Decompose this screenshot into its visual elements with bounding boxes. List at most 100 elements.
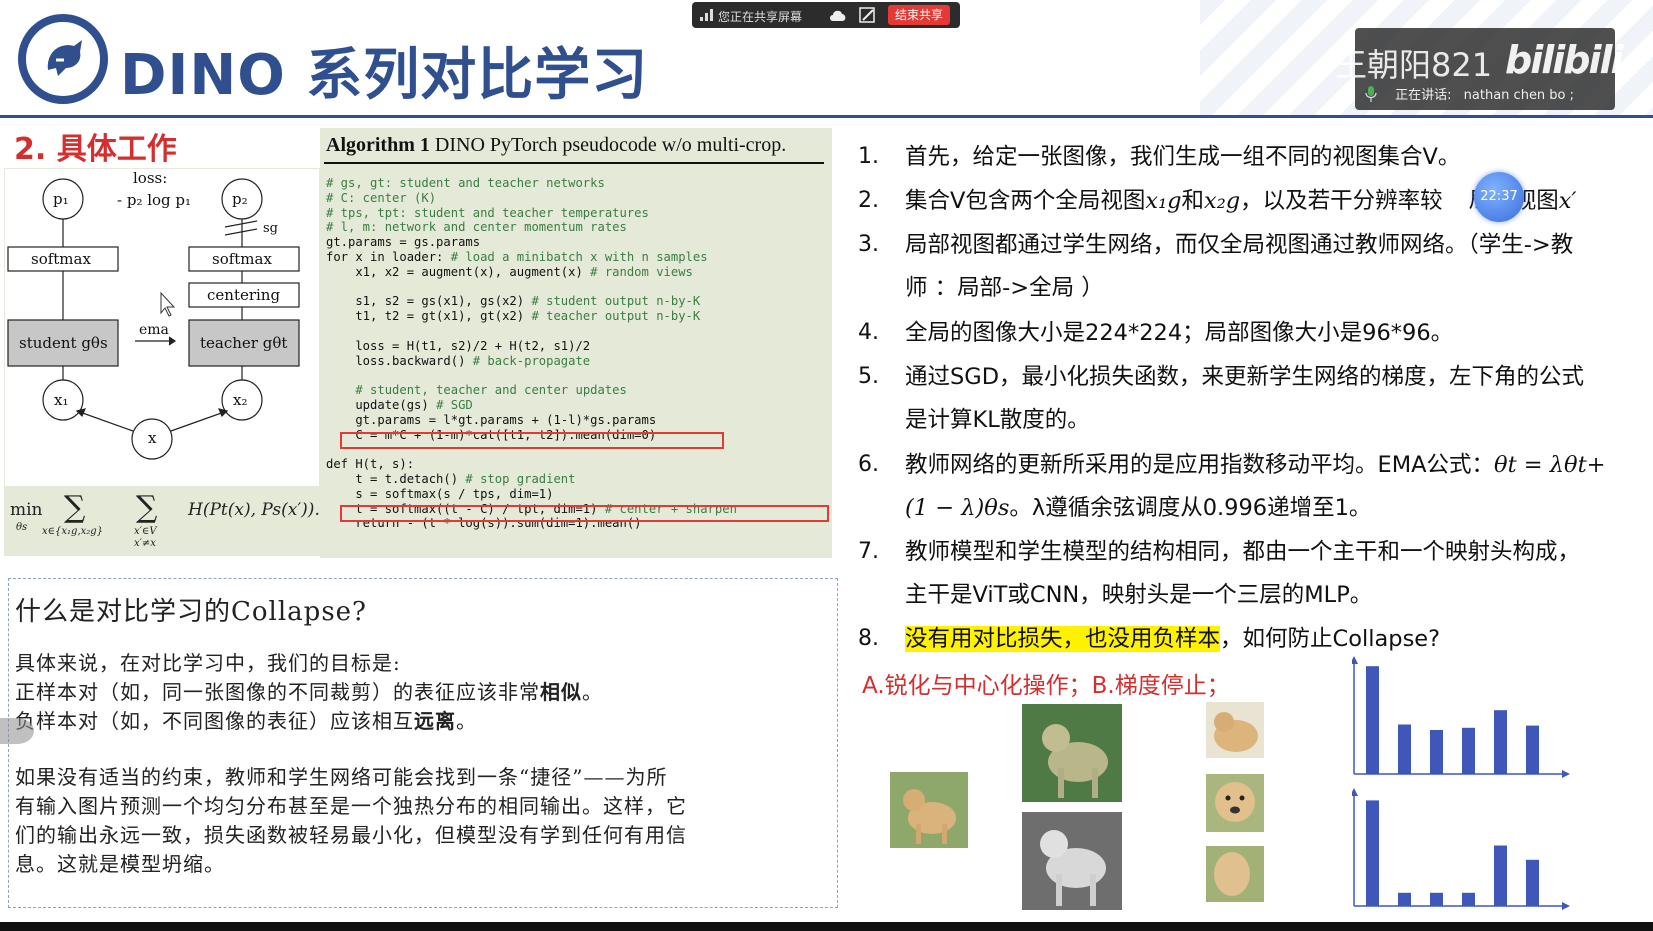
loss-label: loss: [133,169,168,187]
p2-label: p₂ [232,190,248,208]
code-line: s1, s2 = gs(x1), gs(x2) # student output… [326,294,701,309]
dog-local-crop-3 [1206,774,1264,832]
formula-sum2-sub2: x′≠x [134,538,156,549]
histogram-bar [1398,892,1411,906]
collapse-para-line-3: 们的输出永远一致，损失函数被轻易最小化，但模型没有学到任何有用信 [15,823,687,847]
timer-badge[interactable]: 22:37 [1474,172,1524,222]
histogram-bar [1462,727,1475,774]
dino-logo-icon [18,14,108,104]
histogram-bar [1526,859,1539,906]
highlight-center-sharpen [340,505,829,522]
formula-expr: H(Pt(x), Ps(x′)). [188,500,320,520]
objective-formula: min θs ∑ x∈{x₁g,x₂g} ∑ x′∈V x′≠x H(Pt(x)… [4,486,324,556]
code-line: loss.backward() # back-propagate [326,353,591,368]
formula-theta-s: θs [16,522,28,533]
code-line: # tps, tpt: student and teacher temperat… [326,205,649,220]
code-line: x1, x2 = augment(x), augment(x) # random… [326,264,693,279]
code-line: # gs, gt: student and teacher networks [326,176,605,190]
dog-global-view-1 [1022,704,1122,802]
output-distribution-chart-2 [1352,788,1570,910]
header-divider [0,115,1653,118]
laser-pointer [0,718,34,744]
loss-formula: - p₂ log p₁ [117,191,192,209]
streamer-overlay: 王朝阳821 bilibili 正在讲话: nathan chen bo ; [1335,28,1624,110]
algorithm-pseudocode: Algorithm 1 DINO PyTorch pseudocode w/o … [320,128,832,558]
collapse-negative-pairs: 负样本对（如，不同图像的表征）应该相互远离。 [15,709,477,733]
code-line: update(gs) # SGD [326,397,473,412]
histogram-bar [1430,892,1443,906]
x2-label: x₂ [233,391,248,409]
code-line: loss = H(t1, s2)/2 + H(t2, s1)/2 [326,338,591,353]
speaker-label: 正在讲话: [1395,88,1452,103]
histogram-bar [1366,800,1379,906]
collapse-para-line-1: 如果没有适当的约束，教师和学生网络可能会找到一条“捷径”——为所 [15,765,668,789]
highlighted-question: 没有用对比损失，也没用负样本 [905,626,1221,652]
collapse-question: 什么是对比学习的Collapse? [15,597,367,627]
slide-title: DINO 系列对比学习 [120,43,649,108]
student-network-box: student gθs [19,334,108,352]
bilibili-logo: bilibili [1505,38,1624,82]
collapse-para-line-2: 有输入图片预测一个均匀分布甚至是一个独热分布的相同输出。这样，它 [15,794,687,818]
streamer-name: 王朝阳821 [1335,46,1493,84]
window-bottom-bar [0,922,1653,931]
formula-sum2-sub1: x′∈V [134,526,157,537]
share-status-text: 您正在共享屏幕 [718,10,803,24]
code-line: # l, m: network and center momentum rate… [326,220,627,235]
x-axis-arrow [1562,902,1570,910]
annotate-pen-icon[interactable] [859,7,877,23]
dog-local-crop-1 [890,772,968,848]
output-distribution-chart-1 [1352,656,1570,778]
highlight-center-update [340,432,724,449]
p1-label: p₁ [53,190,69,208]
histogram-bar [1462,892,1475,906]
answer-line: A.锐化与中心化操作；B.梯度停止； [862,673,1230,699]
formula-sum-2: ∑ [136,490,158,525]
dog-local-crop-4 [1206,846,1264,902]
collapse-goal-line: 具体来说，在对比学习中，我们的目标是: [15,651,401,675]
stop-gradient-label: sg [263,221,278,236]
formula-sum1-sub: x∈{x₁g,x₂g} [42,526,104,537]
code-line: # student, teacher and center updates [355,383,627,398]
end-share-button[interactable]: 结束共享 [888,5,950,25]
dog-local-crop-2 [1206,702,1264,758]
code-line: # C: center (K) [326,190,437,205]
dog-global-view-2 [1022,812,1122,910]
signal-icon [700,9,713,21]
y-axis-arrow [1352,788,1358,796]
x-axis-arrow [1562,770,1570,778]
algorithm-title: Algorithm 1 DINO PyTorch pseudocode w/o … [326,134,787,156]
y-axis-arrow [1352,656,1358,664]
code-line: gt.params = gs.params [326,235,481,250]
code-line: def H(t, s): [326,457,415,472]
ema-label: ema [139,322,169,338]
code-line: t = t.detach() # stop gradient [326,471,576,486]
code-block: # gs, gt: student and teacher networks # … [326,176,737,531]
histogram-bar [1430,730,1443,774]
collapse-explanation-box: 什么是对比学习的Collapse? 具体来说，在对比学习中，我们的目标是: 正样… [8,578,838,908]
softmax-left: softmax [31,250,91,268]
x-label: x [148,429,157,447]
teacher-network-box: teacher gθt [200,334,288,352]
softmax-right: softmax [212,250,272,268]
histogram-bar [1366,666,1379,774]
section-heading: 2. 具体工作 [14,132,177,167]
cloud-icon[interactable] [829,8,847,22]
code-line: for x in loader: # load a minibatch x wi… [326,249,708,264]
code-line: t1, t2 = gt(x1), gt(x2) # teacher output… [326,309,701,324]
histogram-bar [1398,724,1411,774]
histogram-bar [1494,845,1507,906]
code-line: gt.params = l*gt.params + (1-l)*gs.param… [326,412,657,427]
speaker-name: nathan chen bo ; [1463,88,1575,103]
code-line: s = softmax(s / tps, dim=1) [326,486,554,501]
centering-box: centering [207,286,281,304]
speaker-row: 正在讲话: nathan chen bo ; [1365,84,1574,103]
screen-share-bar: 您正在共享屏幕 结束共享 [692,2,960,28]
mouse-cursor-icon [160,291,176,317]
microphone-icon [1365,86,1377,102]
collapse-positive-pairs: 正样本对（如，同一张图像的不同裁剪）的表征应该非常相似。 [15,680,603,704]
dino-architecture-diagram: loss: - p₂ log p₁ p₁ p₂ sg softmax softm… [4,168,320,490]
formula-sum-1: ∑ [64,490,86,525]
